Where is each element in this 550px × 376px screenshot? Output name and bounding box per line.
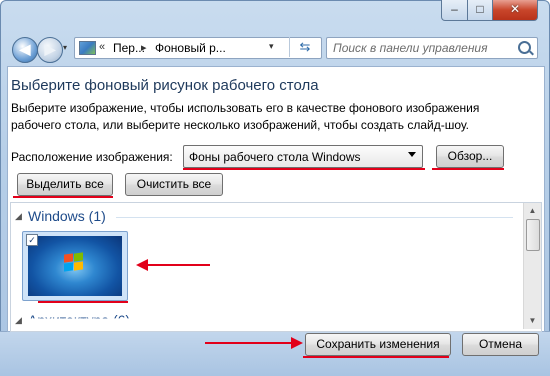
location-select-value: Фоны рабочего стола Windows [189,150,361,164]
group-title-windows[interactable]: Windows (1) [28,208,106,224]
chevron-down-icon [408,152,416,157]
location-select[interactable]: Фоны рабочего стола Windows [183,145,423,168]
forward-button[interactable]: ▶ [37,37,63,63]
group-title-architecture[interactable]: Архитектура (6) [28,312,130,318]
main-content: Выберите фоновый рисунок рабочего стола … [7,66,545,332]
wallpaper-thumbnail[interactable]: ✓ [22,231,128,301]
maximize-button[interactable]: □ [467,0,493,21]
annotation-underline [38,301,128,303]
history-dropdown-icon[interactable]: ▾ [63,43,67,52]
scroll-up-icon[interactable]: ▲ [524,203,541,219]
control-panel-icon [79,41,96,55]
close-button[interactable]: ✕ [492,0,538,21]
address-dropdown-icon[interactable]: ▾ [269,41,274,52]
annotation-arrow-icon [291,337,303,349]
search-input[interactable]: Поиск в панели управления [333,41,488,55]
save-changes-button[interactable]: Сохранить изменения [305,333,451,356]
clear-all-button[interactable]: Очистить все [125,173,223,196]
select-all-button[interactable]: Выделить все [17,173,113,196]
close-icon: ✕ [509,2,521,16]
back-button[interactable]: ◀ [12,37,38,63]
wallpaper-gallery[interactable]: ◢ Windows (1) ✓ ◢ Архитектура (6) ▲ ▼ [10,202,542,332]
forward-arrow-icon: ▶ [44,41,56,57]
page-description: Выберите изображение, чтобы использовать… [11,101,480,132]
annotation-arrow-shaft [146,264,210,266]
refresh-icon[interactable]: ⇆ [289,37,320,57]
scroll-down-icon[interactable]: ▼ [524,313,541,329]
group-divider [116,217,513,218]
collapse-group-icon[interactable]: ◢ [15,211,22,222]
maximize-icon: □ [476,2,484,16]
search-box[interactable]: Поиск в панели управления [326,37,538,59]
breadcrumb-desktop-background[interactable]: Фоновый р... [155,41,226,55]
windows-wallpaper-image [28,236,122,296]
annotation-underline [183,168,425,170]
scrollbar-thumb[interactable] [526,219,540,251]
annotation-underline [432,168,504,170]
browse-button[interactable]: Обзор... [436,145,504,168]
annotation-underline [13,196,113,198]
thumbnail-checkbox[interactable]: ✓ [26,234,38,246]
address-bar[interactable]: « Пер... ▸ Фоновый р... ▾ ⇆ [74,37,322,59]
annotation-underline [303,356,449,358]
collapse-group-icon[interactable]: ◢ [15,315,22,326]
breadcrumb-separator-icon[interactable]: ▸ [141,41,147,54]
location-label: Расположение изображения: [11,150,173,164]
annotation-arrow-shaft [205,342,293,344]
breadcrumb-overflow-icon[interactable]: « [99,41,105,53]
cancel-button[interactable]: Отмена [462,333,539,356]
windows-logo-icon [64,252,84,272]
search-icon[interactable] [518,41,531,54]
back-arrow-icon: ◀ [19,41,31,57]
page-title: Выберите фоновый рисунок рабочего стола [11,77,319,94]
minimize-icon: – [451,2,458,16]
minimize-button[interactable]: – [441,0,468,21]
gallery-scrollbar[interactable]: ▲ ▼ [523,203,541,329]
